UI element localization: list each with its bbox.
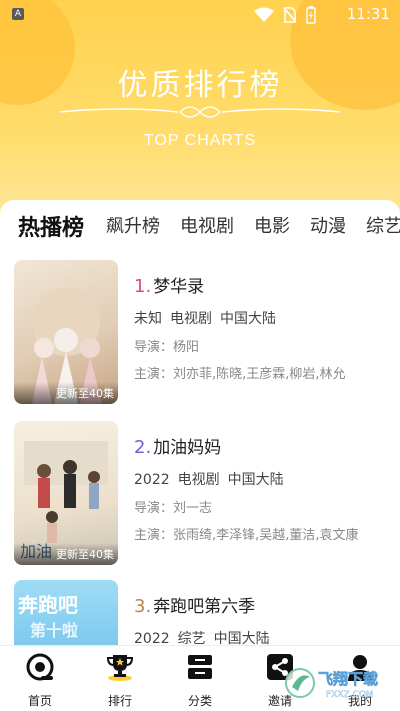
tab-hot[interactable]: 热播榜 (18, 210, 84, 242)
show-title[interactable]: 奔跑吧第六季 (153, 597, 255, 617)
nav-label: 首页 (27, 694, 52, 708)
nav-label: 排行 (107, 694, 132, 708)
ranking-panel: 热播榜 飙升榜 电视剧 电影 动漫 综艺 更新至40集 1. 梦华录 未知 电视… (0, 200, 400, 645)
category-icon (188, 655, 212, 679)
director-name: 刘一志 (173, 501, 213, 516)
show-genre: 电视剧 (170, 311, 212, 327)
show-title[interactable]: 加油妈妈 (153, 438, 221, 458)
nav-category[interactable]: 分类 (167, 652, 233, 709)
show-region: 中国大陆 (213, 631, 270, 645)
director-label: 导演： (134, 340, 174, 355)
cast-names: 张雨绮,李泽锋,吴越,董洁,袁文康 (173, 528, 359, 543)
rank-number: 2. (134, 437, 152, 458)
header-banner: A 11:31 优质排行榜 TOP CHARTS (0, 0, 400, 225)
list-item[interactable]: 奔跑吧 第十啦 3. 奔跑吧第六季 2022 综艺 中国大陆 (0, 580, 400, 645)
poster-image[interactable]: 更新至40集 (14, 260, 118, 404)
show-genre: 综艺 (177, 631, 206, 645)
show-region: 中国大陆 (220, 311, 276, 327)
tab-anime[interactable]: 动漫 (310, 212, 346, 238)
nav-home[interactable]: 首页 (7, 652, 73, 709)
home-icon (26, 653, 54, 681)
svg-text:飞翔下载: 飞翔下载 (318, 670, 378, 688)
page-subtitle: TOP CHARTS (143, 132, 257, 149)
director-label: 导演： (134, 501, 174, 516)
tab-tv-series[interactable]: 电视剧 (180, 212, 234, 238)
svg-text:奔跑吧: 奔跑吧 (17, 593, 78, 617)
poster-image[interactable]: 加油 更新至40集 (14, 421, 118, 565)
status-time: 11:31 (346, 5, 390, 23)
svg-text:第十啦: 第十啦 (30, 621, 78, 640)
status-bar: A 11:31 (0, 0, 400, 28)
cast-label: 主演： (134, 367, 174, 382)
title-ornament (60, 106, 340, 118)
svg-text:FXXZ.COM: FXXZ.COM (326, 690, 374, 700)
rank-number: 1. (134, 276, 152, 297)
trophy-icon (106, 655, 134, 681)
list-item[interactable]: 加油 更新至40集 2.加油妈妈 2022 电视剧中国大陆 导演：刘一志 主演：张… (0, 421, 400, 569)
category-tabs: 热播榜 飙升榜 电视剧 电影 动漫 综艺 (0, 212, 400, 248)
show-genre: 电视剧 (177, 472, 220, 488)
wifi-icon (254, 7, 274, 22)
show-region: 中国大陆 (227, 472, 284, 488)
show-year: 2022 (134, 631, 170, 645)
show-year: 未知 (134, 311, 162, 327)
poster-image[interactable]: 奔跑吧 第十啦 (14, 580, 118, 645)
update-badge: 更新至40集 (14, 382, 118, 404)
poster-art: 奔跑吧 第十啦 (17, 593, 78, 640)
tab-rising[interactable]: 飙升榜 (106, 212, 160, 238)
cast-names: 刘亦菲,陈晓,王彦霖,柳岩,林允 (173, 367, 346, 382)
notification-indicator: A (12, 8, 24, 20)
director-name: 杨阳 (173, 340, 200, 355)
show-year: 2022 (134, 472, 170, 488)
nav-label: 分类 (187, 694, 212, 708)
watermark-logo: 飞翔下载 FXXZ.COM (285, 668, 378, 700)
rank-number: 3. (134, 596, 152, 617)
show-title[interactable]: 梦华录 (153, 277, 204, 297)
cast-label: 主演： (134, 528, 174, 543)
battery-charging-icon (306, 6, 316, 24)
page-title: 优质排行榜 (117, 68, 283, 103)
nav-ranking[interactable]: 排行 (87, 652, 153, 709)
tab-movies[interactable]: 电影 (254, 212, 290, 238)
tab-variety[interactable]: 综艺 (366, 212, 400, 238)
list-item[interactable]: 更新至40集 1. 梦华录 未知 电视剧 中国大陆 导演：杨阳 主演：刘亦菲,陈晓,王… (0, 260, 400, 408)
update-badge: 更新至40集 (14, 543, 118, 565)
no-sim-icon (283, 7, 297, 23)
